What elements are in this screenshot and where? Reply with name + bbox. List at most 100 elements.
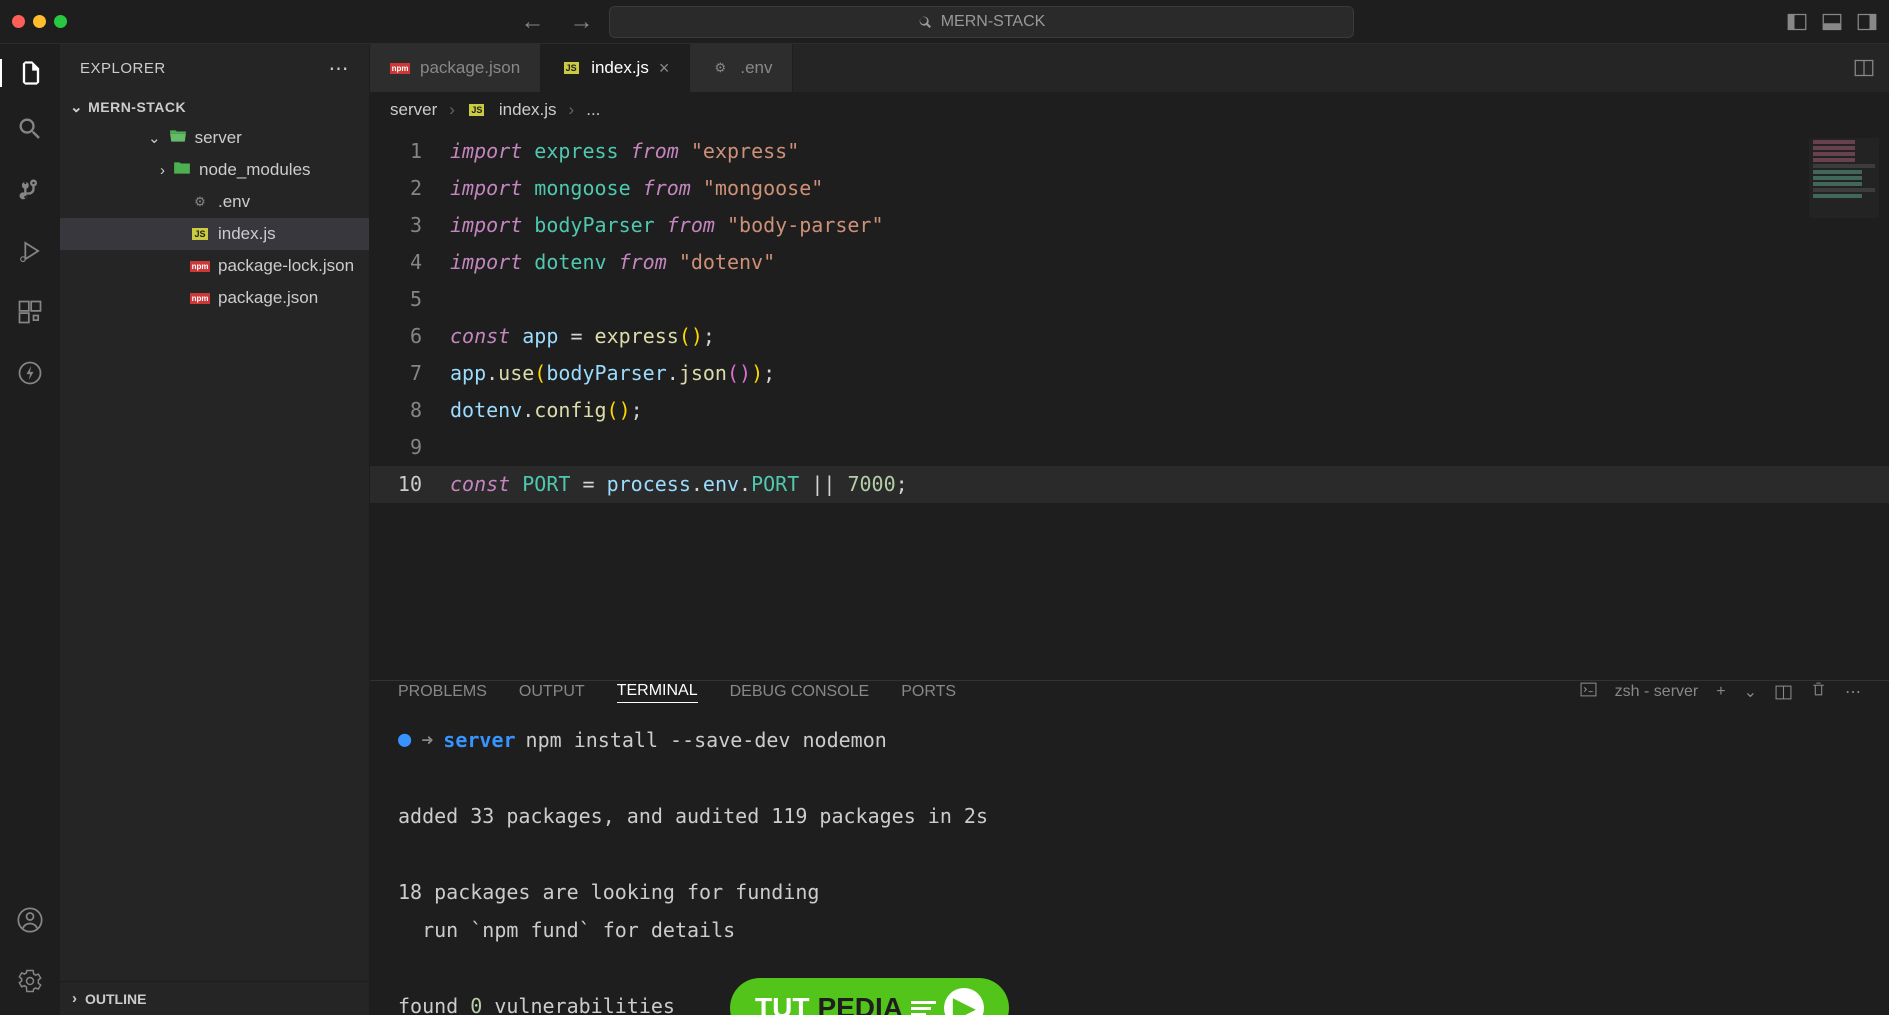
folder-label: server xyxy=(195,128,242,148)
terminal-tab-output[interactable]: OUTPUT xyxy=(519,683,585,701)
code-line[interactable]: 1import express from "express" xyxy=(370,133,1889,170)
run-debug-activity-icon[interactable] xyxy=(16,237,44,270)
terminal-tab-bar: PROBLEMS OUTPUT TERMINAL DEBUG CONSOLE P… xyxy=(370,681,1889,703)
search-icon xyxy=(917,14,933,30)
line-number: 8 xyxy=(370,392,450,429)
minimap[interactable] xyxy=(1809,138,1879,218)
terminal-trash-icon[interactable] xyxy=(1810,681,1827,703)
outline-section[interactable]: › OUTLINE xyxy=(60,981,369,1015)
project-name: MERN-STACK xyxy=(88,99,186,115)
chevron-right-icon: › xyxy=(569,100,575,120)
tree-item-label: package.json xyxy=(218,288,318,308)
tab-package-json[interactable]: npm package.json xyxy=(370,44,541,92)
terminal-panel: PROBLEMS OUTPUT TERMINAL DEBUG CONSOLE P… xyxy=(370,680,1889,1015)
tree-folder-node-modules[interactable]: › node_modules xyxy=(60,154,369,186)
layout-primary-sidebar-icon[interactable] xyxy=(1787,12,1807,32)
accounts-activity-icon[interactable] xyxy=(16,906,44,939)
npm-file-icon: npm xyxy=(190,293,210,304)
explorer-title: EXPLORER xyxy=(80,60,166,77)
search-activity-icon[interactable] xyxy=(16,115,44,148)
code-editor[interactable]: 1import express from "express"2import mo… xyxy=(370,128,1889,680)
terminal-tab-ports[interactable]: PORTS xyxy=(901,683,956,701)
terminal-output-line: 18 packages are looking for funding xyxy=(398,873,1861,911)
title-bar: ← → MERN-STACK xyxy=(0,0,1889,44)
settings-activity-icon[interactable] xyxy=(16,967,44,1000)
source-control-activity-icon[interactable] xyxy=(16,176,44,209)
close-tab-icon[interactable]: × xyxy=(659,58,670,79)
folder-open-icon xyxy=(169,127,187,150)
tree-file-env[interactable]: ⚙ .env xyxy=(60,186,369,218)
explorer-header: EXPLORER ⋯ xyxy=(60,44,369,92)
project-folder-header[interactable]: ⌄ MERN-STACK xyxy=(60,92,369,122)
command-center-search[interactable]: MERN-STACK xyxy=(609,6,1354,38)
extensions-activity-icon[interactable] xyxy=(16,298,44,331)
split-editor-icon[interactable] xyxy=(1854,58,1874,78)
gear-icon: ⚙ xyxy=(190,194,210,210)
breadcrumb[interactable]: server › JS index.js › ... xyxy=(370,92,1889,128)
terminal-output-line: found 0 vulnerabilities xyxy=(398,987,1861,1015)
nav-forward-icon[interactable]: → xyxy=(570,8,594,36)
terminal-output-line: added 33 packages, and audited 119 packa… xyxy=(398,797,1861,835)
terminal-tab-problems[interactable]: PROBLEMS xyxy=(398,683,487,701)
layout-secondary-sidebar-icon[interactable] xyxy=(1857,12,1877,32)
code-line[interactable]: 4import dotenv from "dotenv" xyxy=(370,244,1889,281)
activity-bar xyxy=(0,44,60,1015)
terminal-tab-debug-console[interactable]: DEBUG CONSOLE xyxy=(730,683,870,701)
npm-file-icon: npm xyxy=(390,63,410,74)
tree-item-label: index.js xyxy=(218,224,276,244)
layout-panel-icon[interactable] xyxy=(1822,12,1842,32)
tree-file-index-js[interactable]: JS index.js xyxy=(60,218,369,250)
code-line[interactable]: 9 xyxy=(370,429,1889,466)
code-line[interactable]: 10const PORT = process.env.PORT || 7000; xyxy=(370,466,1889,503)
line-number: 4 xyxy=(370,244,450,281)
editor-area: npm package.json JS index.js × ⚙ .env se… xyxy=(370,44,1889,1015)
code-line[interactable]: 6const app = express(); xyxy=(370,318,1889,355)
code-line[interactable]: 2import mongoose from "mongoose" xyxy=(370,170,1889,207)
chevron-right-icon: › xyxy=(160,162,165,179)
tree-file-package-json[interactable]: npm package.json xyxy=(60,282,369,314)
terminal-more-icon[interactable]: ⋯ xyxy=(1845,682,1861,702)
code-line[interactable]: 8dotenv.config(); xyxy=(370,392,1889,429)
minimize-window-button[interactable] xyxy=(33,15,46,28)
flash-activity-icon[interactable] xyxy=(16,359,44,392)
js-file-icon: JS xyxy=(561,62,581,74)
line-number: 9 xyxy=(370,429,450,466)
watermark-logo: TUTPEDIA ▶ xyxy=(730,978,1009,1015)
js-file-icon: JS xyxy=(467,104,487,116)
terminal-shell-icon xyxy=(1580,681,1597,703)
js-file-icon: JS xyxy=(190,228,210,240)
terminal-new-icon[interactable]: + xyxy=(1716,683,1725,701)
maximize-window-button[interactable] xyxy=(54,15,67,28)
explorer-activity-icon[interactable] xyxy=(0,59,60,87)
prompt-directory: server xyxy=(443,721,515,759)
code-line[interactable]: 5 xyxy=(370,281,1889,318)
code-line[interactable]: 7app.use(bodyParser.json()); xyxy=(370,355,1889,392)
terminal-output-line: run `npm fund` for details xyxy=(398,911,1861,949)
breadcrumb-seg[interactable]: server xyxy=(390,100,437,120)
gear-icon: ⚙ xyxy=(710,60,730,76)
tree-folder-server[interactable]: ⌄ server xyxy=(60,122,369,154)
chevron-right-icon: › xyxy=(72,990,77,1007)
close-window-button[interactable] xyxy=(12,15,25,28)
line-number: 1 xyxy=(370,133,450,170)
code-line[interactable]: 3import bodyParser from "body-parser" xyxy=(370,207,1889,244)
terminal-tab-terminal[interactable]: TERMINAL xyxy=(617,682,698,703)
terminal-content[interactable]: ● ➜ server npm install --save-dev nodemo… xyxy=(370,703,1889,1015)
chevron-down-icon: ⌄ xyxy=(70,98,83,116)
tab-label: package.json xyxy=(420,58,520,78)
tab-label: index.js xyxy=(591,58,649,78)
chevron-down-icon: ⌄ xyxy=(148,129,161,147)
explorer-more-icon[interactable]: ⋯ xyxy=(329,56,350,81)
nav-back-icon[interactable]: ← xyxy=(521,8,545,36)
terminal-split-icon[interactable] xyxy=(1775,684,1792,701)
breadcrumb-seg[interactable]: ... xyxy=(586,100,600,120)
tab-env[interactable]: ⚙ .env xyxy=(690,44,793,92)
tree-file-package-lock[interactable]: npm package-lock.json xyxy=(60,250,369,282)
breadcrumb-seg[interactable]: index.js xyxy=(499,100,557,120)
terminal-shell-label[interactable]: zsh - server xyxy=(1615,683,1699,701)
line-number: 6 xyxy=(370,318,450,355)
traffic-lights xyxy=(12,15,67,28)
terminal-dropdown-icon[interactable]: ⌄ xyxy=(1744,682,1757,702)
chevron-right-icon: › xyxy=(449,100,455,120)
tab-index-js[interactable]: JS index.js × xyxy=(541,44,690,92)
